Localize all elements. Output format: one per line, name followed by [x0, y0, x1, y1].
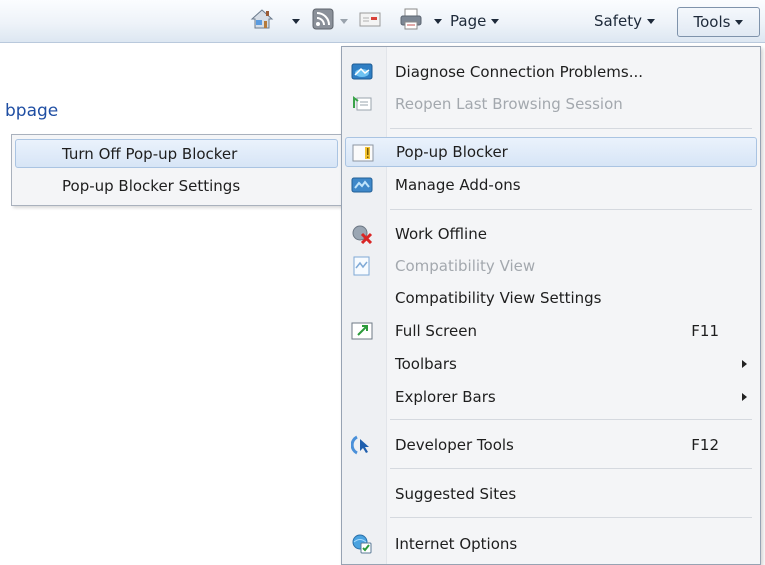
menu-separator	[390, 419, 752, 420]
chevron-down-icon	[434, 18, 442, 24]
safety-menu-label: Safety	[594, 12, 642, 30]
full-screen-icon	[351, 321, 373, 341]
diagnose-icon	[351, 62, 373, 82]
feeds-dropdown[interactable]	[340, 8, 348, 34]
home-button[interactable]	[250, 8, 274, 34]
shortcut-label: F12	[691, 436, 719, 454]
menu-item-label: Developer Tools	[395, 436, 514, 454]
page-menu-label: Page	[450, 12, 487, 30]
menu-item-manage-add-ons[interactable]: Manage Add-ons	[345, 170, 757, 200]
print-button[interactable]	[398, 8, 424, 34]
page-menu-button[interactable]: Page	[450, 8, 500, 34]
chevron-down-icon	[491, 18, 500, 24]
menu-item-reopen-session[interactable]: Reopen Last Browsing Session	[345, 89, 757, 119]
rss-feed-icon	[312, 8, 334, 34]
compatibility-view-icon	[351, 256, 373, 276]
home-dropdown[interactable]	[292, 8, 300, 34]
menu-item-diagnose-connection[interactable]: Diagnose Connection Problems...	[345, 57, 757, 87]
menu-item-label: Explorer Bars	[395, 388, 496, 406]
popup-blocker-settings-item[interactable]: Pop-up Blocker Settings	[15, 171, 338, 200]
mail-icon	[358, 9, 382, 33]
feeds-button[interactable]	[312, 8, 334, 34]
menu-separator	[390, 468, 752, 469]
submenu-arrow-icon	[742, 360, 747, 368]
command-bar: Page Safety Tools	[0, 0, 765, 43]
work-offline-icon	[351, 224, 373, 245]
shortcut-label: F11	[691, 322, 719, 340]
popup-blocker-icon	[352, 143, 374, 163]
chevron-down-icon	[646, 18, 655, 24]
menu-item-label: Toolbars	[395, 355, 457, 373]
tools-menu-label: Tools	[693, 13, 731, 31]
safety-menu-button[interactable]: Safety	[594, 8, 655, 34]
menu-item-compatibility-view-settings[interactable]: Compatibility View Settings	[345, 283, 757, 313]
chevron-down-icon	[735, 19, 744, 25]
menu-item-label: Reopen Last Browsing Session	[395, 95, 623, 113]
menu-separator	[390, 128, 752, 129]
menu-item-label: Manage Add-ons	[395, 176, 521, 194]
internet-options-icon	[351, 534, 373, 554]
reopen-session-icon	[351, 94, 373, 114]
printer-icon	[398, 7, 424, 35]
menu-item-label: Compatibility View Settings	[395, 289, 602, 307]
menu-item-explorer-bars[interactable]: Explorer Bars	[345, 382, 757, 412]
menu-item-label: Compatibility View	[395, 257, 536, 275]
turn-off-popup-blocker-item[interactable]: Turn Off Pop-up Blocker	[15, 139, 338, 168]
menu-separator	[390, 209, 752, 210]
chevron-down-icon	[292, 18, 300, 24]
mail-button[interactable]	[358, 8, 382, 34]
menu-item-label: Diagnose Connection Problems...	[395, 63, 644, 81]
menu-item-label: Pop-up Blocker	[396, 143, 508, 161]
menu-item-label: Full Screen	[395, 322, 477, 340]
menu-item-toolbars[interactable]: Toolbars	[345, 349, 757, 379]
add-ons-icon	[351, 175, 373, 195]
menu-item-compatibility-view[interactable]: Compatibility View	[345, 251, 757, 281]
menu-item-label: Internet Options	[395, 535, 518, 553]
menu-item-label: Suggested Sites	[395, 485, 517, 503]
menu-item-work-offline[interactable]: Work Offline	[345, 219, 757, 249]
menu-item-suggested-sites[interactable]: Suggested Sites	[345, 479, 757, 509]
menu-item-developer-tools[interactable]: Developer Tools F12	[345, 430, 757, 460]
developer-tools-icon	[350, 435, 373, 455]
menu-item-internet-options[interactable]: Internet Options	[345, 529, 757, 559]
tools-menu-button[interactable]: Tools	[677, 7, 760, 37]
page-partial-link[interactable]: bpage	[5, 101, 58, 121]
menu-item-label: Work Offline	[395, 225, 487, 243]
submenu-arrow-icon	[742, 393, 747, 401]
home-icon	[250, 8, 274, 34]
menu-separator	[390, 517, 752, 518]
submenu-item-label: Pop-up Blocker Settings	[62, 176, 241, 195]
print-dropdown[interactable]	[434, 8, 442, 34]
chevron-down-icon	[340, 18, 348, 24]
submenu-item-label: Turn Off Pop-up Blocker	[62, 144, 238, 163]
menu-item-full-screen[interactable]: Full Screen F11	[345, 316, 757, 346]
tools-menu: Diagnose Connection Problems... Reopen L…	[341, 46, 761, 565]
menu-item-popup-blocker[interactable]: Pop-up Blocker	[345, 137, 757, 167]
popup-blocker-submenu: Turn Off Pop-up Blocker Pop-up Blocker S…	[11, 134, 342, 206]
